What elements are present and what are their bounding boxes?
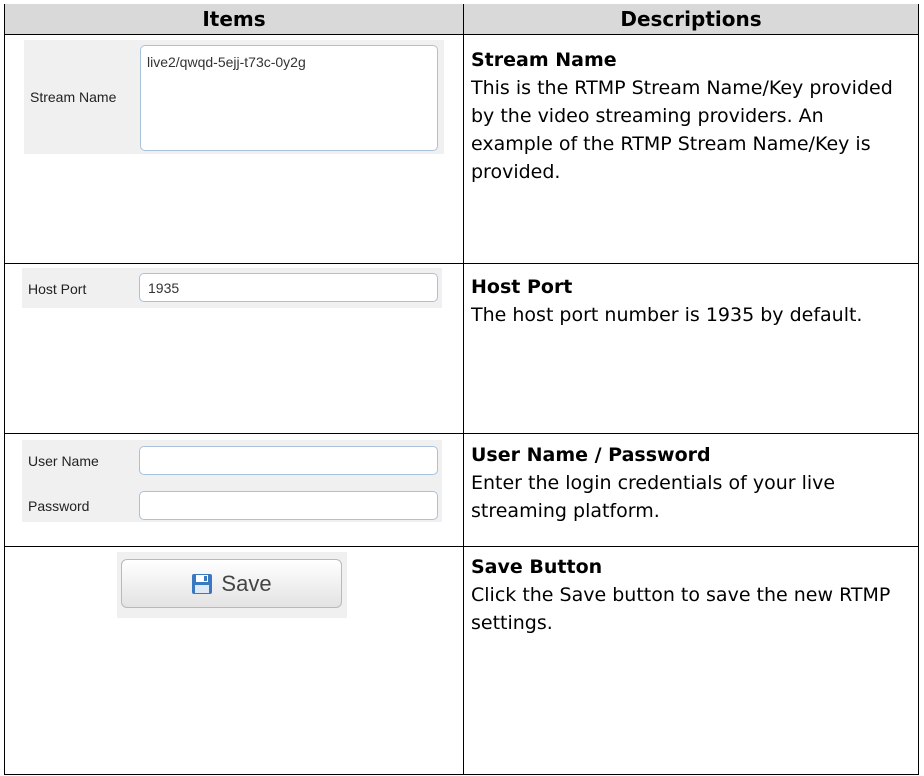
user-name-field[interactable]	[139, 446, 438, 475]
save-description-cell: Save Button Click the Save button to sav…	[471, 553, 911, 637]
host-port-title: Host Port	[471, 276, 573, 298]
stream-name-label: Stream Name	[30, 89, 117, 105]
table-border-left	[4, 4, 5, 775]
header-items: Items	[5, 4, 463, 34]
stream-name-description-cell: Stream Name This is the RTMP Stream Name…	[471, 46, 911, 186]
table-border-bottom	[4, 774, 919, 775]
save-button-label: Save	[221, 570, 272, 596]
credentials-title: User Name / Password	[471, 444, 711, 466]
credentials-description: Enter the login credentials of your live…	[471, 472, 836, 522]
stream-name-field[interactable]: live2/qwqd-5ejj-t73c-0y2g	[140, 45, 438, 151]
password-field[interactable]	[139, 491, 438, 520]
save-title: Save Button	[471, 556, 603, 578]
host-port-description-cell: Host Port The host port number is 1935 b…	[471, 273, 911, 329]
save-description: Click the Save button to save the new RT…	[471, 584, 891, 634]
password-label: Password	[28, 498, 90, 514]
save-button[interactable]: Save	[121, 559, 342, 608]
floppy-disk-icon	[191, 573, 213, 595]
header-descriptions: Descriptions	[464, 4, 918, 34]
stream-name-description: This is the RTMP Stream Name/Key provide…	[471, 77, 893, 183]
table-border-right	[918, 4, 919, 775]
user-name-label: User Name	[28, 453, 99, 469]
credentials-description-cell: User Name / Password Enter the login cre…	[471, 441, 911, 525]
row-divider-header	[4, 34, 919, 35]
row-divider-2	[4, 433, 919, 434]
row-divider-1	[4, 263, 919, 264]
column-divider	[463, 4, 464, 775]
stream-name-title: Stream Name	[471, 49, 617, 71]
host-port-description: The host port number is 1935 by default.	[471, 304, 863, 326]
host-port-field[interactable]	[139, 273, 438, 302]
host-port-label: Host Port	[28, 281, 87, 297]
row-divider-3	[4, 546, 919, 547]
